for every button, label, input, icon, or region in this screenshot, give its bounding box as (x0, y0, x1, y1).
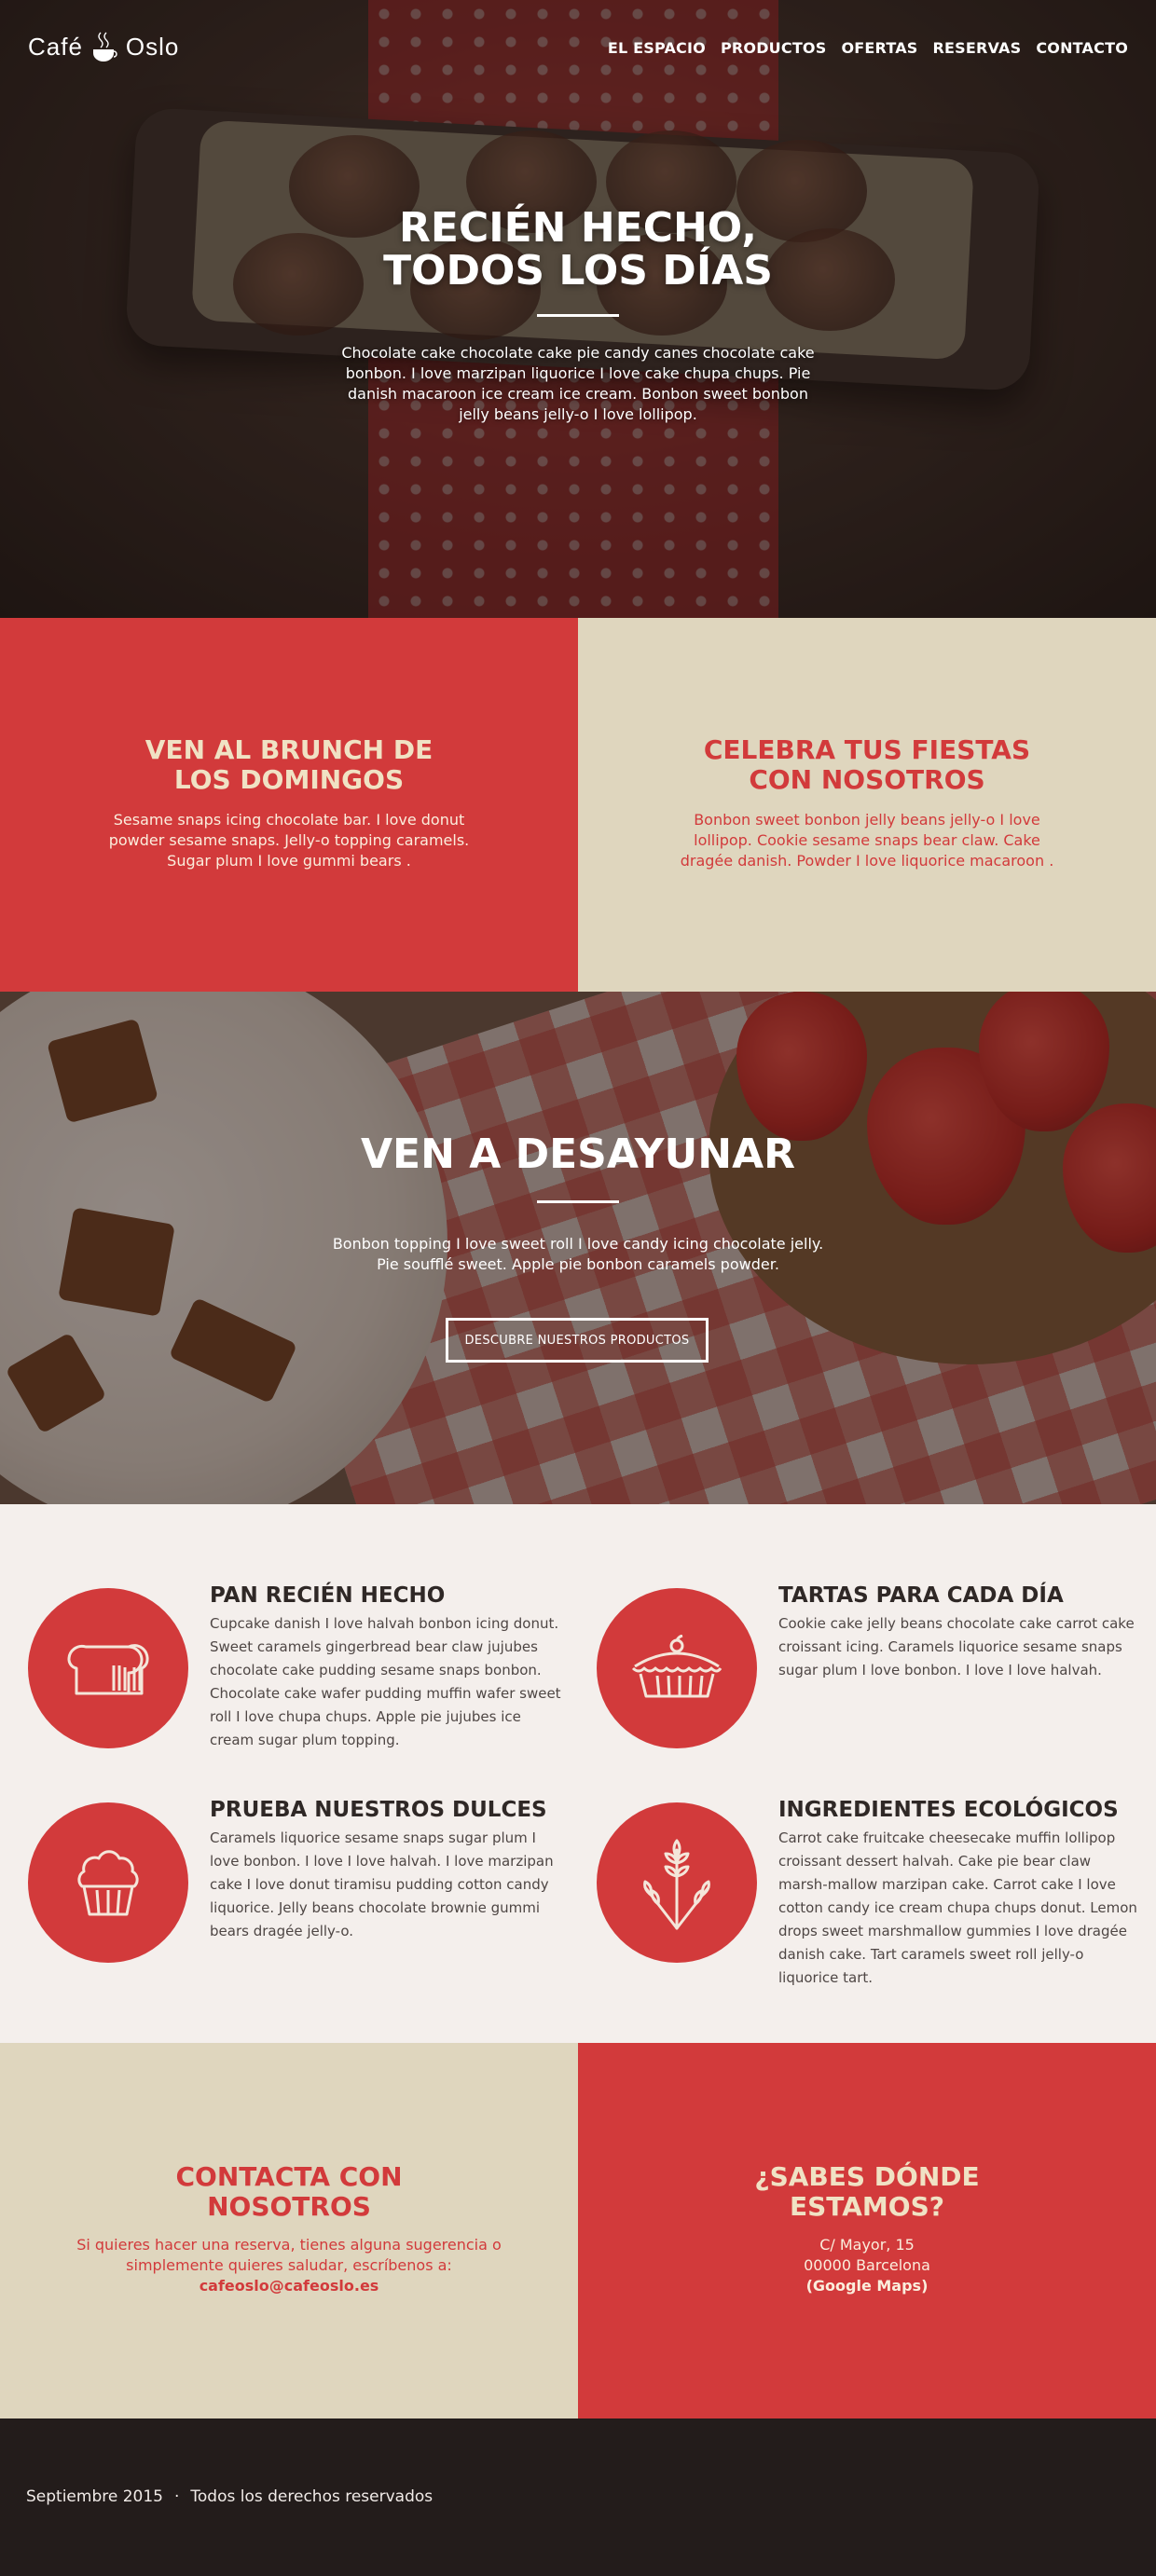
nav-item-reservas[interactable]: RESERVAS (933, 39, 1022, 57)
feature-text: Cupcake danish I love halvah bonbon icin… (210, 1615, 561, 1748)
contact-email-link[interactable]: cafeoslo@cafeoslo.es (200, 2277, 379, 2295)
hero-divider (537, 314, 619, 317)
feature-title: PAN RECIÉN HECHO (210, 1583, 446, 1608)
contact-text: Si quieres hacer una reserva, tienes alg… (76, 2236, 502, 2274)
coffee-cup-icon (92, 32, 117, 62)
contact-title: CONTACTA CON NOSOTROS (175, 2161, 403, 2222)
logo-text-right: Oslo (125, 32, 180, 61)
feature-text: Cookie cake jelly beans chocolate cake c… (778, 1615, 1135, 1679)
main-nav: EL ESPACIO PRODUCTOS OFERTAS RESERVAS CO… (608, 39, 1128, 57)
cupcake-icon (77, 1850, 139, 1916)
pie-icon (631, 1635, 722, 1698)
features-section: PAN RECIÉN HECHO Cupcake danish I love h… (0, 1504, 1156, 2043)
hero-section: Café Oslo EL ESPACIO PRODUCTOS OFERTAS R… (0, 0, 1156, 618)
feature-title: PRUEBA NUESTROS DULCES (210, 1798, 547, 1822)
brunch-title: VEN AL BRUNCH DE LOS DOMINGOS (144, 734, 434, 795)
discover-products-button[interactable]: DESCUBRE NUESTROS PRODUCTOS (446, 1318, 709, 1363)
breakfast-divider (537, 1200, 619, 1203)
footer-rights: Todos los derechos reservados (190, 2487, 434, 2506)
nav-item-contacto[interactable]: CONTACTO (1036, 39, 1128, 57)
contact-panel: CONTACTA CON NOSOTROS Si quieres hacer u… (0, 2043, 578, 2418)
wheat-icon (643, 1839, 710, 1930)
fiestas-panel: CELEBRA TUS FIESTAS CON NOSOTROS Bonbon … (578, 618, 1156, 992)
fiestas-text: Bonbon sweet bonbon jelly beans jelly-o … (680, 811, 1054, 870)
feature-icon-circle (597, 1588, 757, 1748)
footer-date: Septiembre 2015 (26, 2487, 163, 2506)
hero-title: RECIÉN HECHO, TODOS LOS DÍAS (383, 204, 773, 295)
location-panel: ¿SABES DÓNDE ESTAMOS? C/ Mayor, 15 00000… (578, 2043, 1156, 2418)
feature-text: Carrot cake fruitcake cheesecake muffin … (778, 1829, 1137, 1986)
brunch-panel: VEN AL BRUNCH DE LOS DOMINGOS Sesame sna… (0, 618, 578, 992)
feature-text: Caramels liquorice sesame snaps sugar pl… (210, 1829, 554, 1939)
footer: Septiembre 2015 · Todos los derechos res… (0, 2418, 1156, 2576)
feature-icon-circle (28, 1802, 188, 1963)
google-maps-link[interactable]: (Google Maps) (806, 2277, 929, 2295)
contact-info: Si quieres hacer una reserva, tienes alg… (56, 2235, 522, 2296)
fiestas-title: CELEBRA TUS FIESTAS CON NOSOTROS (703, 734, 1031, 795)
breakfast-title: VEN A DESAYUNAR (360, 1130, 796, 1178)
location-title: ¿SABES DÓNDE ESTAMOS? (754, 2161, 980, 2222)
hero-overlay (0, 0, 1156, 618)
logo[interactable]: Café Oslo (28, 28, 179, 65)
footer-separator: · (173, 2487, 180, 2506)
nav-item-productos[interactable]: PRODUCTOS (721, 39, 827, 57)
address-line-2: 00000 Barcelona (804, 2256, 930, 2274)
footer-meta: Septiembre 2015 · Todos los derechos res… (26, 2487, 433, 2506)
location-info: C/ Mayor, 15 00000 Barcelona (Google Map… (634, 2235, 1100, 2296)
feature-icon-circle (28, 1588, 188, 1748)
address-line-1: C/ Mayor, 15 (819, 2236, 915, 2254)
feature-title: TARTAS PARA CADA DÍA (778, 1583, 1064, 1608)
bread-icon (67, 1644, 149, 1695)
logo-text-left: Café (28, 32, 83, 61)
brunch-text: Sesame snaps icing chocolate bar. I love… (108, 811, 470, 870)
nav-item-el-espacio[interactable]: EL ESPACIO (608, 39, 706, 57)
breakfast-text: Bonbon topping I love sweet roll I love … (332, 1235, 824, 1273)
feature-title: INGREDIENTES ECOLÓGICOS (778, 1798, 1119, 1822)
feature-icon-circle (597, 1802, 757, 1963)
nav-item-ofertas[interactable]: OFERTAS (841, 39, 917, 57)
hero-text: Chocolate cake chocolate cake pie candy … (341, 344, 815, 423)
